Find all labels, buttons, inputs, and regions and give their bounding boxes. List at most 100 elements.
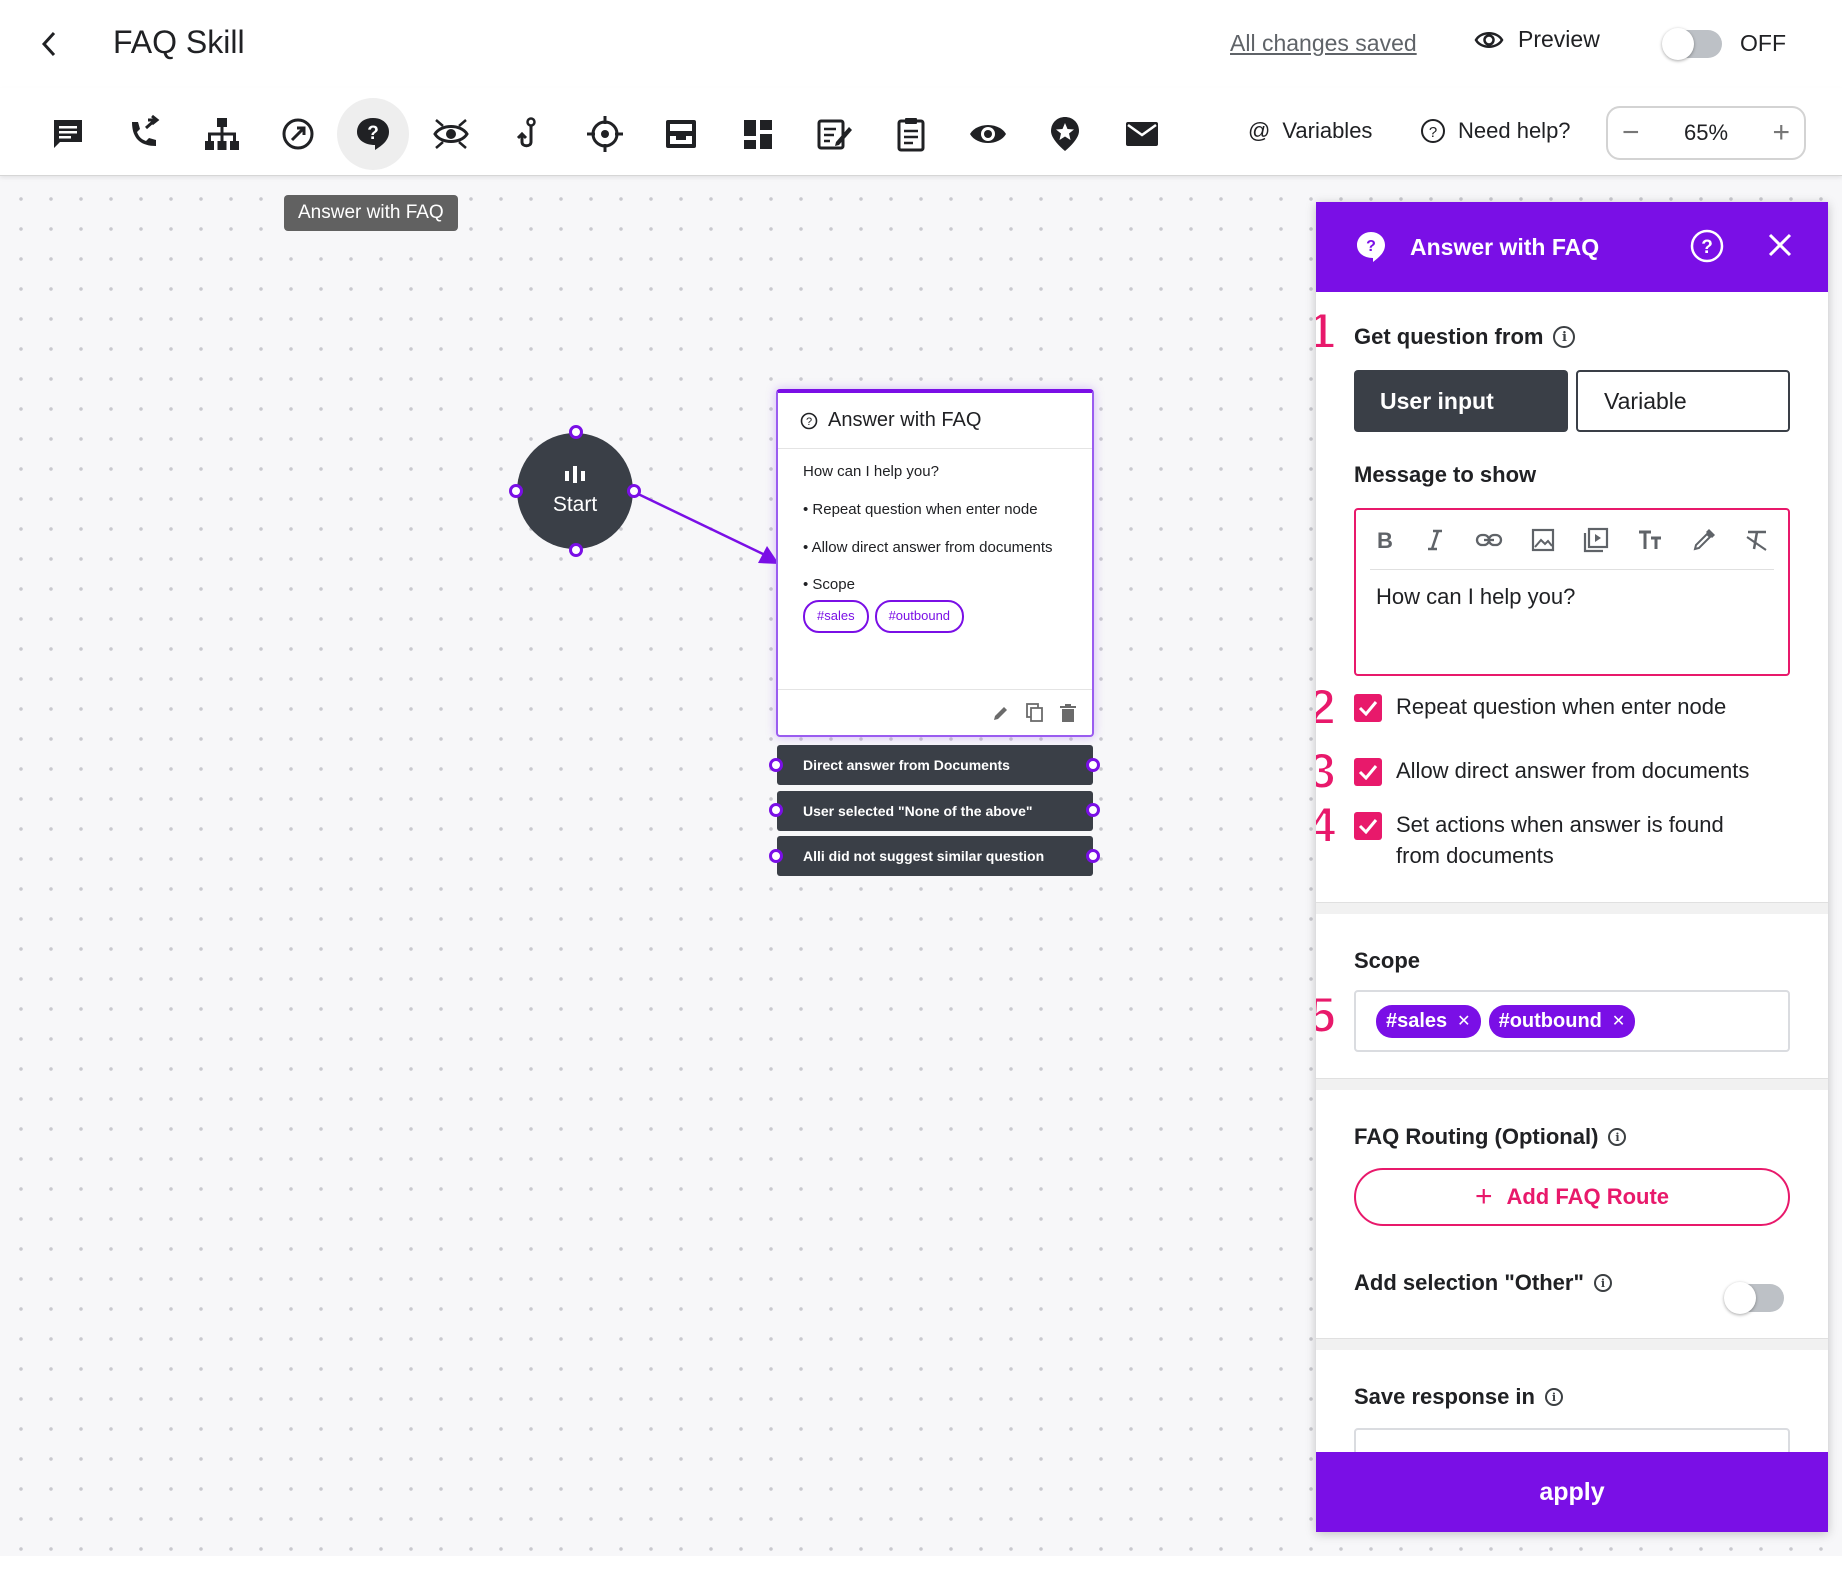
- outlet-handle-right[interactable]: [1086, 803, 1100, 817]
- svg-text:?: ?: [1366, 238, 1376, 255]
- tool-goto[interactable]: [262, 98, 334, 170]
- checkbox[interactable]: [1354, 812, 1382, 840]
- set-actions-option[interactable]: Set actions when answer is found from do…: [1354, 810, 1754, 872]
- copy-icon: [1026, 702, 1043, 722]
- bold-icon: B: [1377, 528, 1393, 552]
- outlet-handle-left[interactable]: [769, 803, 783, 817]
- edit-node-button[interactable]: [992, 704, 1010, 722]
- card-header: ? Answer with FAQ: [778, 393, 1092, 449]
- page-title: FAQ Skill: [113, 24, 245, 60]
- info-icon: i: [1553, 326, 1576, 348]
- tool-detect[interactable]: [415, 98, 487, 170]
- variables-button[interactable]: @ Variables: [1248, 118, 1372, 144]
- svg-text:?: ?: [367, 123, 379, 144]
- outlet-handle-right[interactable]: [1086, 849, 1100, 863]
- tool-cards[interactable]: [722, 98, 794, 170]
- start-handle-right[interactable]: [627, 484, 641, 498]
- preview-button[interactable]: Preview: [1474, 26, 1600, 53]
- tool-branch[interactable]: [186, 98, 258, 170]
- faq-routing-label: FAQ Routing (Optional) i: [1354, 1124, 1627, 1150]
- start-handle-left[interactable]: [509, 484, 523, 498]
- zoom-in-button[interactable]: +: [1772, 118, 1790, 148]
- need-help-button[interactable]: ? Need help?: [1420, 118, 1571, 144]
- outlet-handle-left[interactable]: [769, 758, 783, 772]
- text-size-button[interactable]: [1637, 529, 1663, 551]
- clear-format-icon: [1746, 530, 1767, 551]
- start-handle-top[interactable]: [569, 425, 583, 439]
- source-variable-button[interactable]: Variable: [1576, 370, 1790, 432]
- start-node[interactable]: Start: [517, 433, 633, 549]
- scope-input[interactable]: #sales ✕ #outbound ✕: [1354, 990, 1790, 1052]
- annotation-number: 5: [1316, 986, 1337, 1044]
- delete-node-button[interactable]: [1060, 703, 1076, 722]
- video-button[interactable]: [1583, 527, 1609, 553]
- close-icon: [1768, 233, 1792, 257]
- color-picker-button[interactable]: [1692, 528, 1716, 552]
- link-button[interactable]: [1475, 530, 1503, 550]
- faq-node-card[interactable]: ? Answer with FAQ How can I help you? • …: [776, 389, 1094, 737]
- save-status-link[interactable]: All changes saved: [1230, 30, 1417, 57]
- live-toggle[interactable]: [1662, 28, 1722, 60]
- add-faq-route-button[interactable]: + Add FAQ Route: [1354, 1168, 1790, 1226]
- remove-tag-icon[interactable]: ✕: [1612, 1011, 1625, 1031]
- clear-format-button[interactable]: [1744, 529, 1770, 551]
- phone-forward-icon: [132, 114, 160, 146]
- apply-button[interactable]: apply: [1316, 1452, 1828, 1532]
- tool-form[interactable]: [798, 98, 870, 170]
- get-question-text: Get question from: [1354, 324, 1544, 349]
- tool-answer-faq[interactable]: ?: [337, 98, 409, 170]
- message-input[interactable]: How can I help you?: [1356, 570, 1788, 624]
- start-label: Start: [552, 493, 598, 516]
- panel-close-button[interactable]: [1766, 231, 1794, 265]
- bold-button[interactable]: B: [1374, 528, 1396, 552]
- tool-message[interactable]: [32, 98, 104, 170]
- outlet-none-of-above[interactable]: User selected "None of the above": [777, 791, 1093, 831]
- tool-target[interactable]: [569, 98, 641, 170]
- tool-email[interactable]: [1106, 98, 1178, 170]
- start-handle-bottom[interactable]: [569, 543, 583, 557]
- tool-transfer-call[interactable]: [108, 98, 180, 170]
- repeat-question-option[interactable]: Repeat question when enter node: [1354, 692, 1726, 723]
- back-button[interactable]: [34, 26, 64, 62]
- checkbox[interactable]: [1354, 758, 1382, 786]
- svg-text:?: ?: [1701, 237, 1713, 258]
- outlet-direct-answer[interactable]: Direct answer from Documents: [777, 745, 1093, 785]
- add-other-toggle[interactable]: [1724, 1282, 1784, 1314]
- edit-note-icon: [817, 119, 852, 150]
- tool-survey[interactable]: [875, 98, 947, 170]
- source-user-input-button[interactable]: User input: [1354, 370, 1568, 432]
- svg-text:B: B: [1377, 528, 1393, 552]
- check-icon: [1358, 701, 1378, 716]
- outlet-no-suggestion[interactable]: Alli did not suggest similar question: [777, 836, 1093, 876]
- tool-watch[interactable]: [952, 98, 1024, 170]
- image-button[interactable]: [1531, 528, 1555, 552]
- hook-icon: [516, 117, 536, 148]
- card-tag: #outbound: [874, 600, 965, 633]
- zoom-out-button[interactable]: −: [1622, 118, 1640, 148]
- add-other-text: Add selection "Other": [1354, 1270, 1584, 1295]
- help-circle-icon: ?: [1690, 229, 1724, 263]
- scope-tag-chip: #sales ✕: [1376, 1004, 1481, 1038]
- tool-inbox[interactable]: [645, 98, 717, 170]
- italic-button[interactable]: [1424, 528, 1446, 552]
- outlet-handle-right[interactable]: [1086, 758, 1100, 772]
- card-title: Answer with FAQ: [828, 409, 982, 431]
- tool-pin[interactable]: [1029, 98, 1101, 170]
- video-icon: [1584, 527, 1609, 552]
- remove-tag-icon[interactable]: ✕: [1457, 1011, 1470, 1031]
- zoom-control: − 65% +: [1606, 106, 1806, 160]
- direct-answer-option[interactable]: Allow direct answer from documents: [1354, 756, 1749, 787]
- checkbox[interactable]: [1354, 694, 1382, 722]
- toggle-knob: [1662, 28, 1694, 60]
- duplicate-node-button[interactable]: [1026, 702, 1044, 723]
- save-response-text: Save response in: [1354, 1384, 1535, 1409]
- preview-label: Preview: [1518, 26, 1600, 52]
- chat-icon: [54, 120, 82, 148]
- toggle-knob: [1724, 1282, 1756, 1314]
- tool-hook[interactable]: [492, 98, 564, 170]
- trash-icon: [1060, 703, 1076, 722]
- panel-help-button[interactable]: ?: [1690, 229, 1724, 269]
- outlet-handle-left[interactable]: [769, 849, 783, 863]
- save-response-label: Save response in i: [1354, 1384, 1563, 1410]
- card-message: How can I help you?: [803, 463, 939, 480]
